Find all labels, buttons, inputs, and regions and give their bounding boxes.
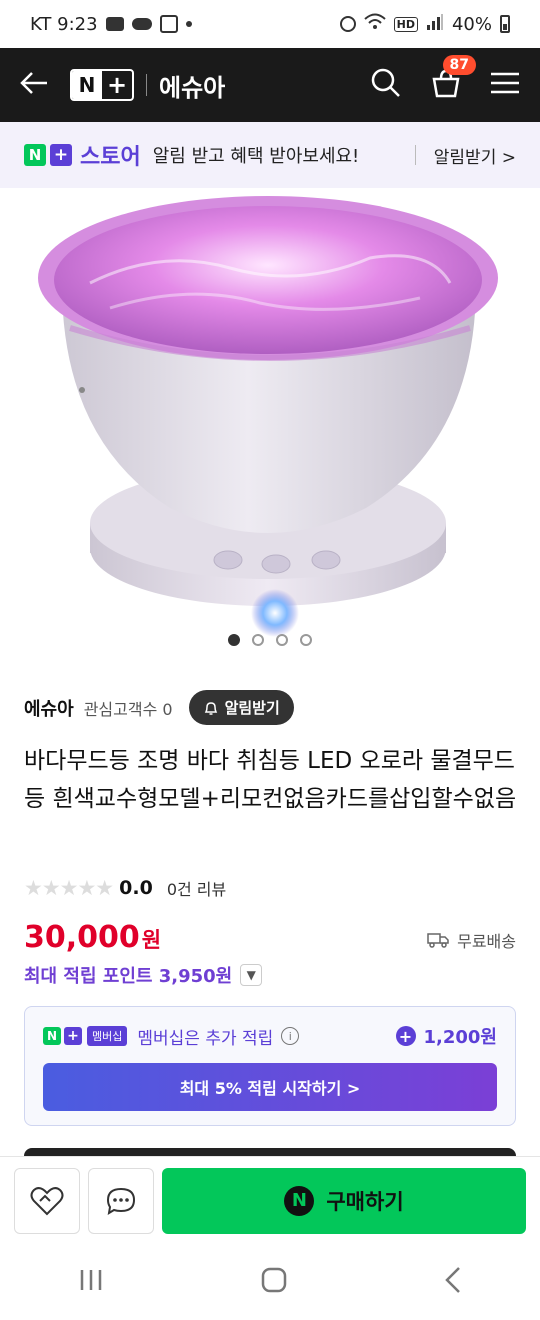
banner-divider <box>414 145 416 165</box>
plus-icon: + <box>64 1027 82 1045</box>
rating-score: 0.0 <box>119 877 153 899</box>
naver-n-icon: N <box>72 71 102 99</box>
gallery-dot-4[interactable] <box>300 634 312 646</box>
back-icon[interactable] <box>444 1266 462 1298</box>
plus-circle-icon: + <box>395 1026 416 1046</box>
seller-alarm-button[interactable]: 알림받기 <box>188 690 294 725</box>
naver-plus-membership-badge: N + 멤버십 <box>43 1026 128 1046</box>
banner-message: 알림 받고 혜택 받아보세요! <box>152 146 360 167</box>
search-icon[interactable] <box>370 67 402 103</box>
shipping-info: 무료배송 <box>427 928 516 952</box>
system-nav-bar <box>0 1244 540 1320</box>
gallery-dot-1[interactable] <box>228 634 240 646</box>
naver-plus-logo[interactable]: N + <box>70 69 134 101</box>
next-section-edge <box>24 1148 516 1156</box>
alarm-icon <box>339 16 356 32</box>
wishlist-button[interactable] <box>14 1167 80 1234</box>
seller-name[interactable]: 에슈아 <box>24 695 74 721</box>
membership-extra-points: + 1,200원 <box>395 1023 498 1049</box>
app-header: N + 에슈아 87 <box>0 48 540 122</box>
ocean-lamp-illustration <box>38 196 498 637</box>
back-arrow-icon[interactable] <box>20 68 56 103</box>
cart-button[interactable]: 87 <box>430 55 476 103</box>
store-name[interactable]: 에슈아 <box>159 68 225 103</box>
talk-button[interactable] <box>88 1167 154 1234</box>
notification-banner[interactable]: N + 스토어 알림 받고 혜택 받아보세요! 알림받기 > <box>0 122 540 188</box>
header-divider <box>146 74 147 96</box>
signal-icon <box>426 13 444 36</box>
seller-row: 에슈아 관심고객수 0 알림받기 <box>24 690 294 725</box>
store-brand-label: 스토어 <box>80 145 141 170</box>
max-points-row[interactable]: 최대 적립 포인트 3,950원 ▼ <box>24 962 263 988</box>
naver-n-icon: N <box>43 1027 61 1045</box>
buy-label: 구매하기 <box>326 1189 404 1214</box>
home-icon[interactable] <box>261 1267 287 1297</box>
price-value: 30,000 <box>24 920 140 955</box>
gallery-dot-2[interactable] <box>252 634 264 646</box>
wifi-icon <box>363 13 386 36</box>
seller-alarm-label: 알림받기 <box>224 699 280 717</box>
info-icon[interactable]: i <box>281 1027 300 1045</box>
status-bar: KT 9:23 HD 40% <box>0 0 540 48</box>
membership-text: 멤버십은 추가 적립 <box>137 1028 274 1049</box>
youtube-icon <box>105 17 124 31</box>
membership-box: N + 멤버십 멤버십은 추가 적립 i + 1,200원 최대 5% 적립 시… <box>24 1006 516 1126</box>
hd-network-badge: HD <box>393 16 418 32</box>
shipping-label: 무료배송 <box>457 932 516 951</box>
banner-alarm-link[interactable]: 알림받기 > <box>434 143 516 168</box>
buy-bar: N 구매하기 <box>0 1156 540 1244</box>
rating-row[interactable]: ★★★★★ 0.0 0건 리뷰 <box>24 876 226 900</box>
price: 30,000 원 <box>24 920 161 955</box>
heart-icon <box>30 1186 64 1215</box>
membership-badge-label: 멤버십 <box>87 1026 128 1046</box>
gallery-dot-3[interactable] <box>276 634 288 646</box>
naver-pay-n-icon: N <box>284 1185 315 1216</box>
membership-extra-points-value: 1,200원 <box>423 1027 498 1048</box>
product-image[interactable] <box>0 188 540 660</box>
notification-app-icon <box>159 15 178 33</box>
carrier-time: KT 9:23 <box>30 13 98 35</box>
max-points-label: 최대 적립 포인트 3,950원 <box>24 966 233 987</box>
chat-bubble-icon <box>106 1187 136 1215</box>
menu-icon[interactable] <box>490 71 520 99</box>
chevron-down-icon[interactable]: ▼ <box>240 964 263 986</box>
battery-icon <box>500 15 510 33</box>
more-notifications-dot-icon <box>185 21 192 27</box>
membership-start-button[interactable]: 최대 5% 적립 시작하기 > <box>43 1063 497 1111</box>
battery-percent: 40% <box>451 13 492 35</box>
rating-stars-icon: ★★★★★ <box>24 876 114 900</box>
naver-plus-store-logo: N + 스토어 <box>24 139 141 171</box>
recent-apps-icon[interactable] <box>78 1268 104 1296</box>
naver-n-icon: N <box>24 144 46 166</box>
gallery-pagination[interactable] <box>0 634 540 646</box>
plus-icon: + <box>50 144 72 166</box>
bell-plus-icon <box>204 701 217 715</box>
cloud-icon <box>131 18 152 30</box>
seller-fans-count: 관심고객수 0 <box>83 699 173 719</box>
review-count[interactable]: 0건 리뷰 <box>167 876 226 900</box>
buy-button[interactable]: N 구매하기 <box>162 1167 526 1234</box>
cart-count-badge: 87 <box>442 55 476 75</box>
price-unit: 원 <box>141 928 162 952</box>
plus-icon: + <box>106 71 128 99</box>
product-title: 바다무드등 조명 바다 취침등 LED 오로라 물결무드등 흰색교수형모델+리모… <box>24 748 517 812</box>
truck-icon <box>427 933 449 948</box>
